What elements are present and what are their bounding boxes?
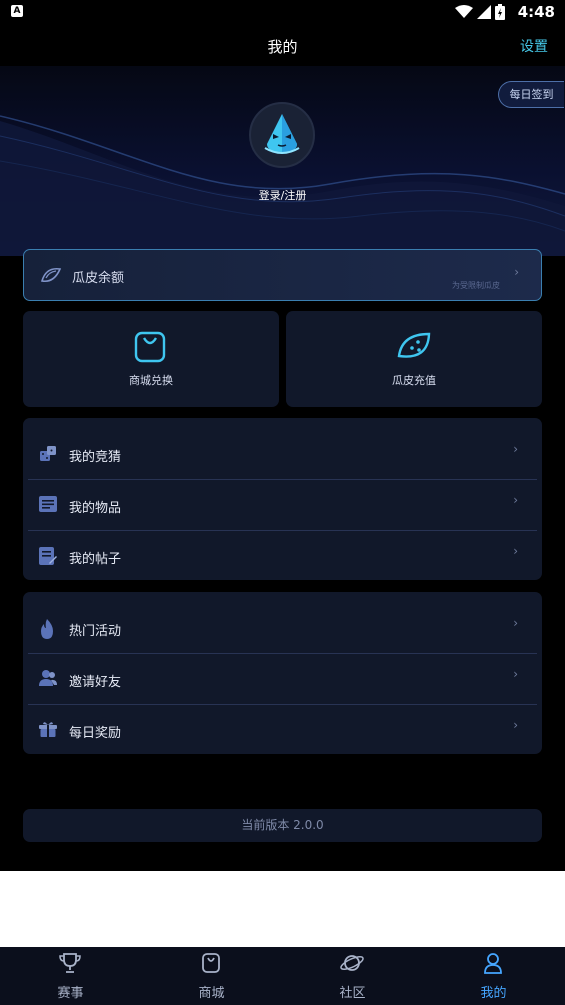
chevron-right-icon: › (513, 718, 518, 732)
tab-label: 我的 (480, 986, 507, 1001)
balance-note: 为受限制瓜皮 (452, 281, 500, 290)
bag-icon (202, 953, 220, 973)
bottom-tab-bar: 赛事 商城 社区 我的 (0, 947, 565, 1005)
tab-mine[interactable]: 我的 (423, 947, 564, 1005)
mascot-icon (264, 114, 300, 154)
shop-exchange-tile[interactable]: 商城兑换 (23, 311, 279, 407)
tab-label: 赛事 (57, 986, 84, 1001)
recharge-tile[interactable]: 瓜皮充值 (286, 311, 542, 407)
menu-label: 每日奖励 (69, 726, 122, 741)
menu-item-daily-reward[interactable]: 每日奖励 › (23, 704, 542, 755)
watermelon-rind-icon (40, 267, 62, 283)
watermelon-icon (397, 332, 431, 358)
flame-icon (41, 619, 53, 639)
login-register-link[interactable]: 登录/注册 (0, 187, 565, 203)
balance-card[interactable]: 瓜皮余额 为受限制瓜皮 › (23, 249, 542, 301)
trophy-icon (59, 953, 81, 973)
menu-label: 我的帖子 (69, 552, 122, 567)
list-icon (39, 496, 57, 512)
dice-icon (40, 446, 56, 461)
gift-icon (39, 722, 57, 737)
menu-label: 邀请好友 (69, 675, 122, 690)
menu-label: 我的物品 (69, 501, 122, 516)
person-icon (484, 953, 502, 974)
profile-content: 瓜皮余额 为受限制瓜皮 › 商城兑换 瓜皮充值 我的竞猜 › 我的物品 › 我的… (0, 249, 565, 871)
planet-icon (340, 955, 364, 971)
menu-item-hot-events[interactable]: 热门活动 › (23, 602, 542, 653)
menu-label: 我的竞猜 (69, 450, 122, 465)
tab-label: 社区 (339, 986, 366, 1001)
wifi-icon (455, 5, 473, 18)
tile-label: 瓜皮充值 (392, 374, 436, 387)
tab-shop[interactable]: 商城 (141, 947, 282, 1005)
friends-icon (39, 670, 57, 686)
chevron-right-icon: › (513, 667, 518, 681)
daily-checkin-button[interactable]: 每日签到 (498, 81, 564, 108)
chevron-right-icon: › (513, 442, 518, 456)
activity-menu-card: 热门活动 › 邀请好友 › 每日奖励 › (23, 592, 542, 754)
post-icon (39, 547, 57, 565)
page-title: 我的 (267, 38, 298, 56)
signal-icon (477, 5, 491, 19)
profile-hero: 每日签到 登录/注册 (0, 66, 565, 256)
chevron-right-icon: › (514, 265, 519, 279)
status-bar: A 4:48 (0, 0, 565, 24)
settings-link[interactable]: 设置 (520, 36, 548, 56)
chevron-right-icon: › (513, 493, 518, 507)
avatar[interactable] (249, 102, 315, 168)
clock: 4:48 (517, 3, 555, 21)
chevron-right-icon: › (513, 616, 518, 630)
balance-label: 瓜皮余额 (72, 271, 125, 286)
version-label: 当前版本 2.0.0 (23, 809, 542, 842)
blank-area (0, 871, 565, 947)
menu-item-my-guesses[interactable]: 我的竞猜 › (23, 428, 542, 479)
menu-item-my-posts[interactable]: 我的帖子 › (23, 530, 542, 581)
status-icons (455, 4, 505, 20)
chevron-right-icon: › (513, 544, 518, 558)
menu-label: 热门活动 (69, 624, 122, 639)
shopping-bag-icon (134, 331, 166, 363)
tab-matches[interactable]: 赛事 (0, 947, 141, 1005)
my-menu-card: 我的竞猜 › 我的物品 › 我的帖子 › (23, 418, 542, 580)
menu-item-my-items[interactable]: 我的物品 › (23, 479, 542, 530)
tab-community[interactable]: 社区 (282, 947, 423, 1005)
menu-item-invite-friends[interactable]: 邀请好友 › (23, 653, 542, 704)
app-notification-icon: A (11, 5, 23, 17)
tab-label: 商城 (198, 986, 225, 1001)
tile-label: 商城兑换 (129, 374, 173, 387)
battery-icon (495, 4, 505, 20)
top-bar: 我的 设置 (0, 24, 565, 66)
